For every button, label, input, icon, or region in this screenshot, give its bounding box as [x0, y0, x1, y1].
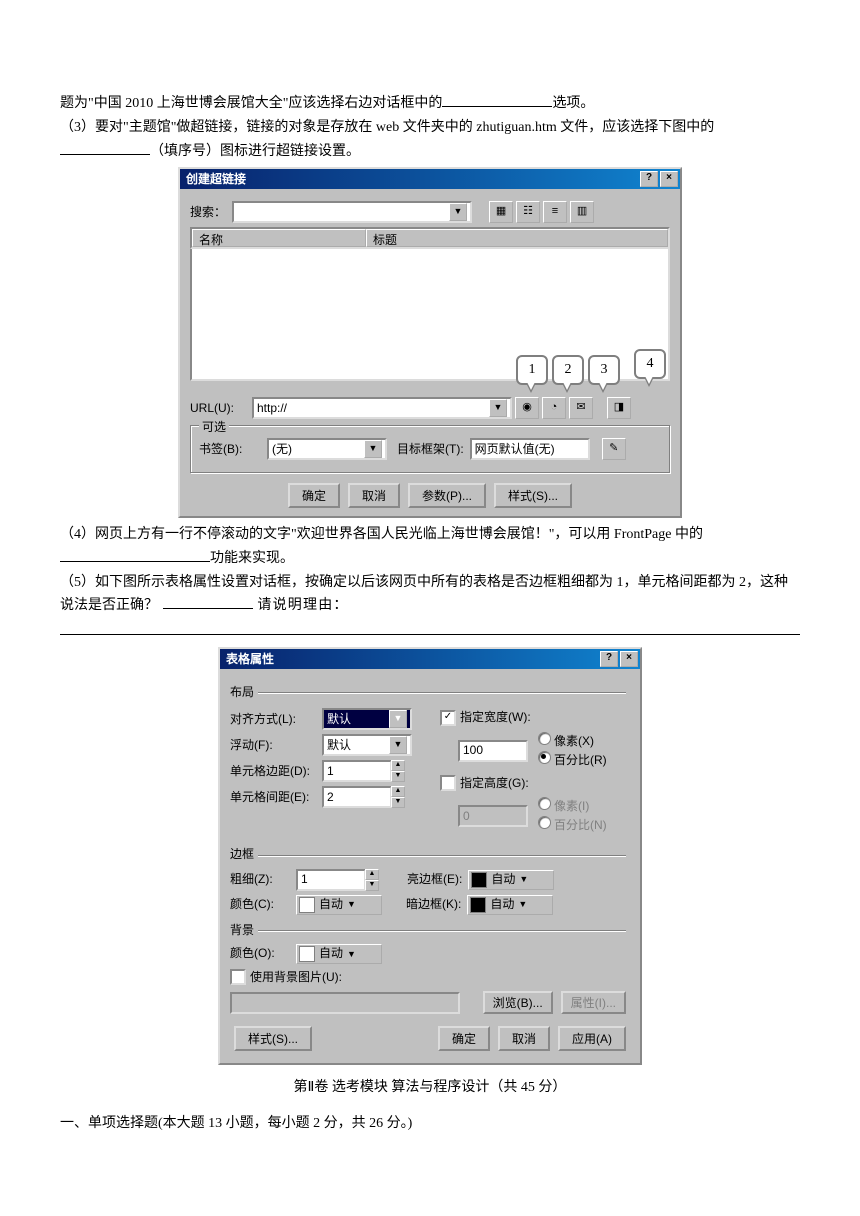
question-3-text: （3）要对"主题馆"做超链接，链接的对象是存放在 web 文件夹中的 zhuti… — [60, 117, 800, 163]
view-icon-2[interactable]: ☷ — [516, 201, 540, 223]
size-label: 粗细(Z): — [230, 870, 290, 889]
blank-q4 — [60, 547, 210, 562]
light-border-label: 亮边框(E): — [407, 870, 462, 889]
question-2-text: 题为"中国 2010 上海世博会展馆大全"应该选择右边对话框中的选项。 — [60, 92, 800, 115]
browse-button[interactable]: 浏览(B)... — [483, 991, 553, 1014]
optional-legend: 可选 — [199, 418, 229, 437]
create-hyperlink-dialog: 创建超链接 ? × 搜索： ▼ ▦ ☷ ≡ ▥ 名称 标题 URL(U): ht… — [178, 167, 682, 518]
cellspace-label: 单元格间距(E): — [230, 788, 316, 807]
dialog2-titlebar: 表格属性 ? × — [220, 649, 640, 669]
align-combo[interactable]: 默认▼ — [322, 708, 412, 730]
cancel-button[interactable]: 取消 — [348, 483, 400, 508]
file-list-header: 名称 标题 — [190, 227, 670, 249]
close-icon[interactable]: × — [660, 171, 678, 187]
target-edit-icon[interactable]: ✎ — [602, 438, 626, 460]
dark-border-label: 暗边框(K): — [406, 895, 461, 914]
search-label: 搜索： — [190, 203, 226, 222]
pixels-radio[interactable] — [538, 732, 551, 745]
width-input[interactable]: 100 — [458, 740, 528, 762]
bookmark-combo[interactable]: (无)▼ — [267, 438, 387, 460]
use-bg-image-label: 使用背景图片(U): — [250, 968, 342, 987]
blank-q2 — [442, 92, 552, 107]
ok2-button[interactable]: 确定 — [438, 1026, 490, 1051]
align-label: 对齐方式(L): — [230, 710, 316, 729]
float-combo[interactable]: 默认▼ — [322, 734, 412, 756]
layout-group: 布局 — [230, 683, 254, 702]
bg-group: 背景 — [230, 921, 254, 940]
table-properties-dialog: 表格属性 ? × 布局 对齐方式(L): 默认▼ 浮动(F): 默认▼ 单元格边… — [218, 647, 642, 1065]
border-size-input[interactable]: 1 — [296, 869, 366, 891]
border-color[interactable]: 自动▼ — [296, 895, 382, 915]
cancel2-button[interactable]: 取消 — [498, 1026, 550, 1051]
callout-2: 2 — [552, 355, 584, 385]
bgcolor-label: 颜色(O): — [230, 944, 290, 963]
specify-height-check[interactable] — [440, 775, 456, 791]
specify-height-label: 指定高度(G): — [460, 774, 529, 793]
cellpad-label: 单元格边距(D): — [230, 762, 316, 781]
cellspace-input[interactable]: 2 — [322, 786, 392, 808]
pixels2-radio — [538, 797, 551, 810]
border-group: 边框 — [230, 845, 254, 864]
target-label: 目标框架(T): — [397, 440, 464, 459]
url-input[interactable]: http://▼ — [252, 397, 512, 419]
bg-image-path — [230, 992, 460, 1014]
use-bg-image-check[interactable] — [230, 969, 246, 985]
help-icon[interactable]: ? — [640, 171, 658, 187]
col-name[interactable]: 名称 — [192, 229, 366, 247]
apply-button[interactable]: 应用(A) — [558, 1026, 626, 1051]
blank-q5a — [163, 594, 253, 609]
style2-button[interactable]: 样式(S)... — [234, 1026, 312, 1051]
callout-1: 1 — [516, 355, 548, 385]
dialog2-title: 表格属性 — [226, 650, 274, 669]
target-input[interactable]: 网页默认值(无) — [470, 438, 590, 460]
url-icon-2[interactable]: ◔ — [542, 397, 566, 419]
height-input: 0 — [458, 805, 528, 827]
params-button[interactable]: 参数(P)... — [408, 483, 486, 508]
callout-3: 3 — [588, 355, 620, 385]
blank-q3 — [60, 140, 150, 155]
view-icon-3[interactable]: ≡ — [543, 201, 567, 223]
border-color-label: 颜色(C): — [230, 895, 290, 914]
cellpad-input[interactable]: 1 — [322, 760, 392, 782]
view-icon-4[interactable]: ▥ — [570, 201, 594, 223]
optional-fieldset: 可选 书签(B): (无)▼ 目标框架(T): 网页默认值(无) ✎ — [190, 425, 670, 473]
ok-button[interactable]: 确定 — [288, 483, 340, 508]
question-4-text: （4）网页上方有一行不停滚动的文字"欢迎世界各国人民光临上海世博会展馆！"，可以… — [60, 524, 800, 570]
callout-4: 4 — [634, 349, 666, 379]
style-button[interactable]: 样式(S)... — [494, 483, 572, 508]
view-icon-1[interactable]: ▦ — [489, 201, 513, 223]
specify-width-check[interactable]: ✓ — [440, 710, 456, 726]
blank-q5b — [60, 620, 800, 635]
percent2-radio — [538, 816, 551, 829]
bookmark-label: 书签(B): — [199, 440, 261, 459]
search-combo[interactable]: ▼ — [232, 201, 472, 223]
help-icon[interactable]: ? — [600, 651, 618, 667]
col-title[interactable]: 标题 — [366, 229, 668, 247]
float-label: 浮动(F): — [230, 736, 316, 755]
dark-border-color[interactable]: 自动▼ — [467, 895, 553, 915]
question-5-text: （5）如下图所示表格属性设置对话框，按确定以后该网页中所有的表格是否边框粗细都为… — [60, 572, 800, 618]
light-border-color[interactable]: 自动▼ — [468, 870, 554, 890]
section2-sub: 一、单项选择题(本大题 13 小题，每小题 2 分，共 26 分。) — [60, 1113, 800, 1135]
specify-width-label: 指定宽度(W): — [460, 708, 531, 727]
dialog-title: 创建超链接 — [186, 170, 246, 189]
percent-radio[interactable] — [538, 751, 551, 764]
dialog-titlebar: 创建超链接 ? × — [180, 169, 680, 189]
url-label: URL(U): — [190, 399, 246, 418]
close-icon[interactable]: × — [620, 651, 638, 667]
url-icon-3[interactable]: ✉ — [569, 397, 593, 419]
url-icon-1[interactable]: ◉ — [515, 397, 539, 419]
section2-title: 第Ⅱ卷 选考模块 算法与程序设计（共 45 分） — [60, 1077, 800, 1099]
url-icon-4[interactable]: ◨ — [607, 397, 631, 419]
bg-color[interactable]: 自动▼ — [296, 944, 382, 964]
props-button: 属性(I)... — [561, 991, 626, 1014]
